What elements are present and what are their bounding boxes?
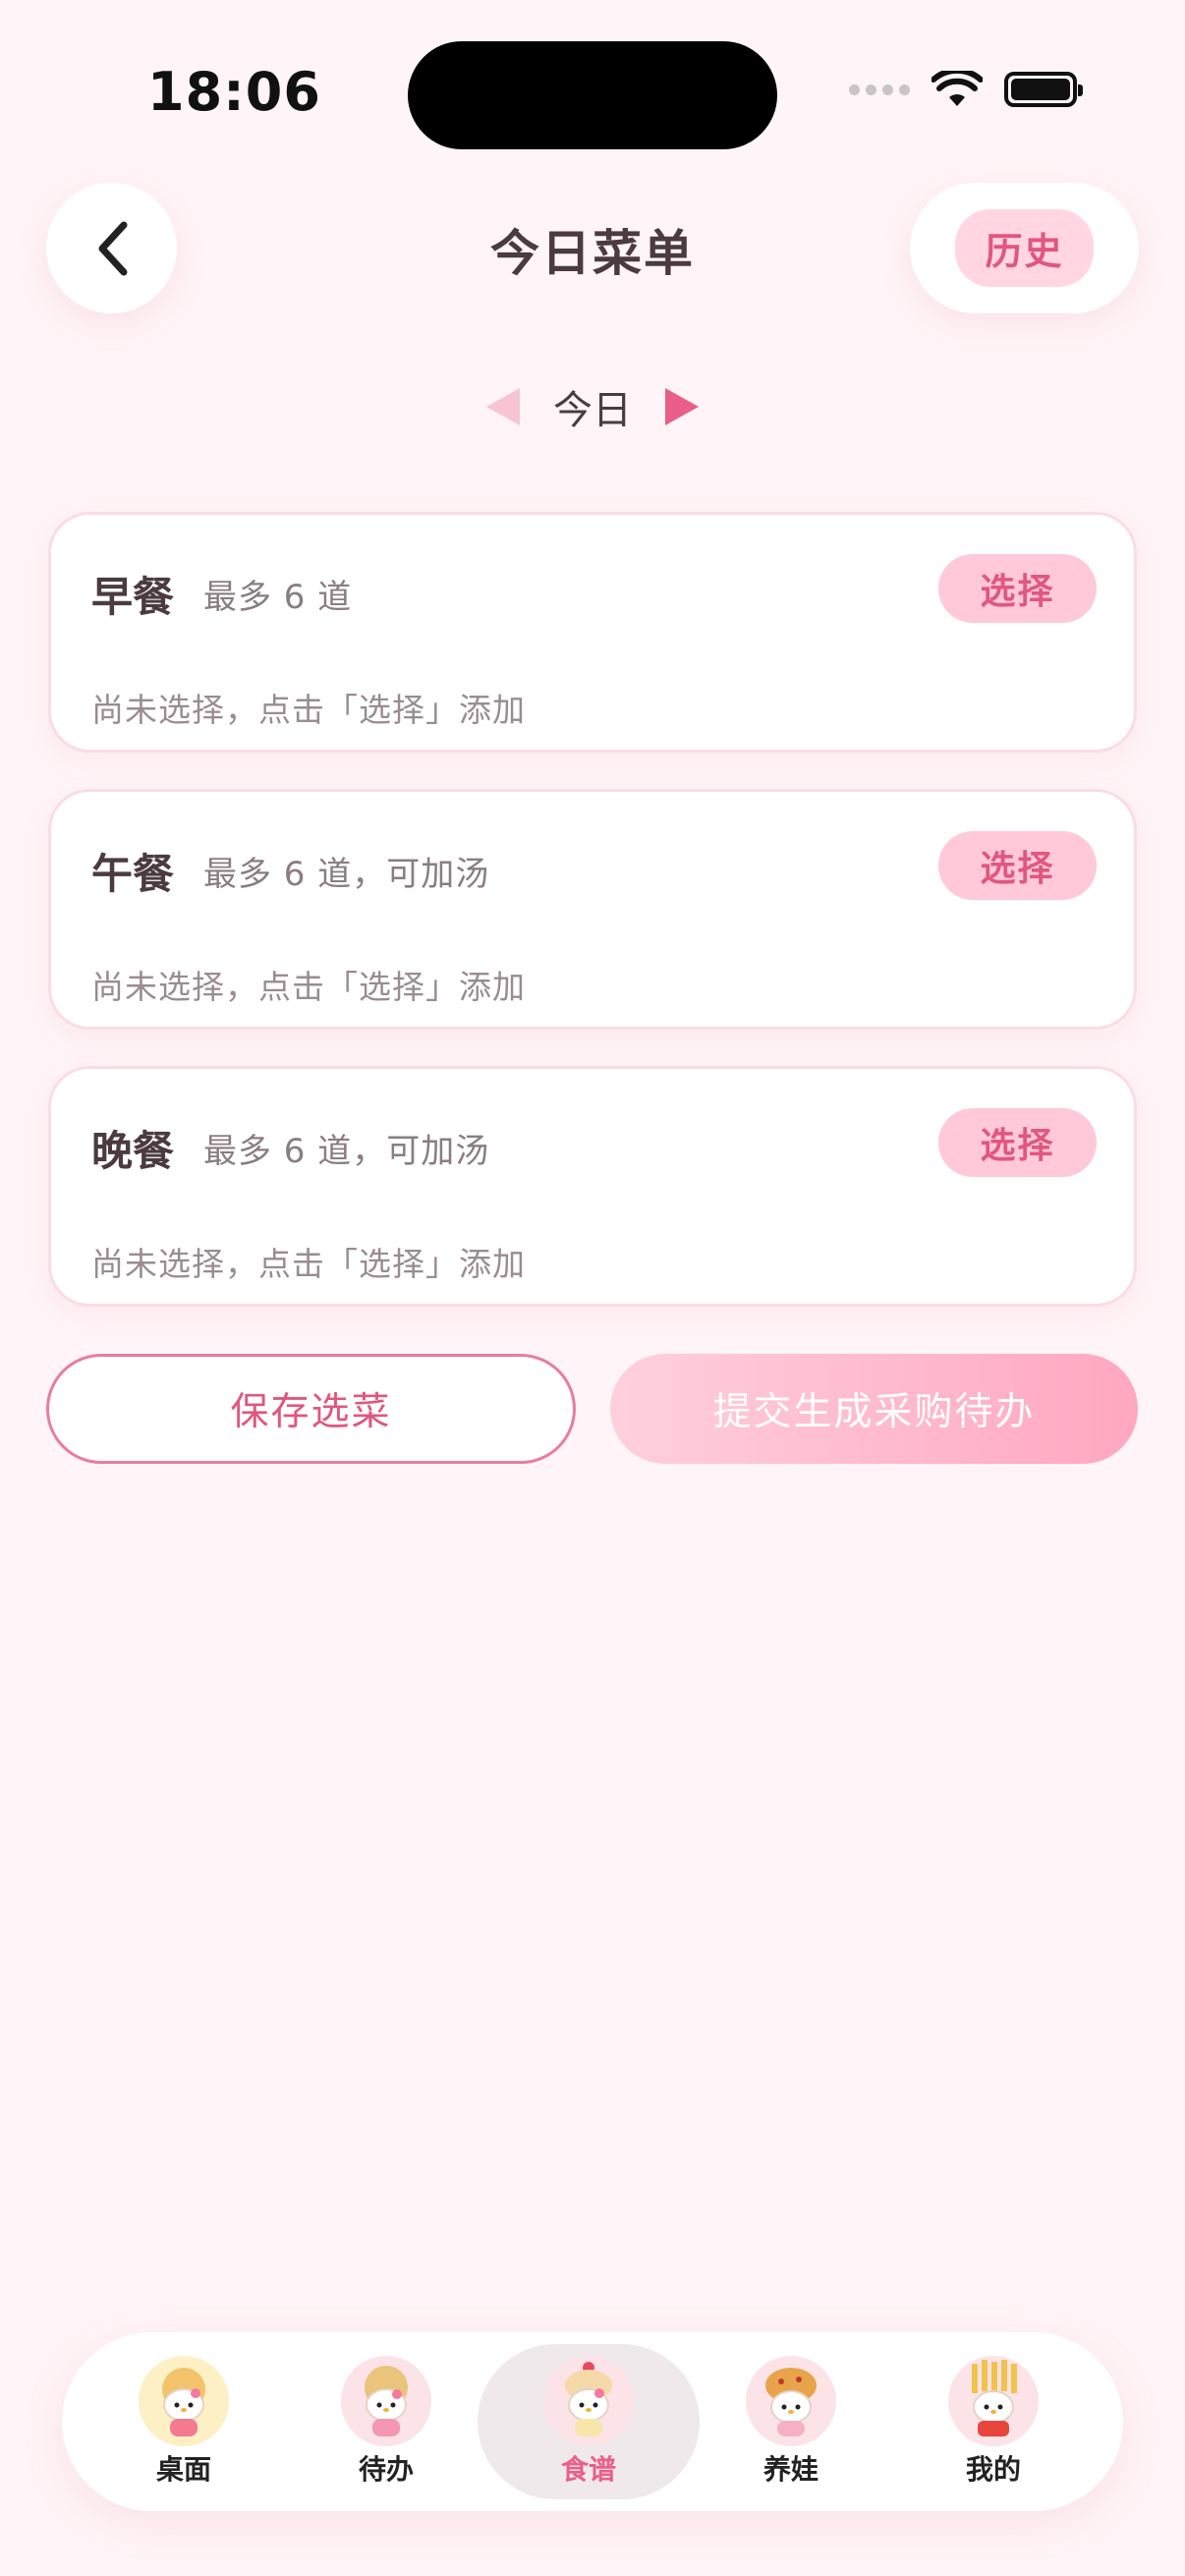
character-desktop-icon xyxy=(139,2356,229,2446)
history-button[interactable]: 历史 xyxy=(955,209,1094,287)
dynamic-island xyxy=(408,41,777,149)
tab-desktop[interactable]: 桌面 xyxy=(83,2332,285,2511)
character-recipe-icon xyxy=(543,2356,634,2446)
history-button-container[interactable]: 历史 xyxy=(910,183,1139,313)
meal-name: 早餐 xyxy=(91,573,175,621)
meal-empty-text: 尚未选择，点击「选择」添加 xyxy=(91,1245,526,1283)
tab-label: 我的 xyxy=(965,2453,1021,2486)
cellular-signal-icon xyxy=(849,84,910,95)
previous-day-arrow-icon[interactable] xyxy=(486,388,520,425)
meal-limit-hint: 最多 6 道，可加汤 xyxy=(203,1132,490,1171)
character-todo-icon xyxy=(341,2356,431,2446)
meal-card-dinner: 晚餐 最多 6 道，可加汤 选择 尚未选择，点击「选择」添加 xyxy=(48,1066,1137,1307)
select-dishes-button[interactable]: 选择 xyxy=(938,554,1097,623)
meal-name: 午餐 xyxy=(91,850,175,898)
meal-empty-text: 尚未选择，点击「选择」添加 xyxy=(91,691,526,729)
meal-card-lunch: 午餐 最多 6 道，可加汤 选择 尚未选择，点击「选择」添加 xyxy=(48,789,1137,1030)
date-label: 今日 xyxy=(553,388,632,433)
next-day-arrow-icon[interactable] xyxy=(665,388,699,425)
meal-empty-text: 尚未选择，点击「选择」添加 xyxy=(91,968,526,1006)
meal-limit-hint: 最多 6 道，可加汤 xyxy=(203,855,490,894)
select-dishes-button[interactable]: 选择 xyxy=(938,831,1097,900)
character-profile-icon xyxy=(948,2356,1039,2446)
status-time: 18:06 xyxy=(147,61,321,123)
meal-name: 晚餐 xyxy=(91,1127,175,1175)
bottom-tab-bar: 桌面 待办 食谱 养娃 我的 xyxy=(62,2332,1123,2511)
date-navigator: 今日 xyxy=(0,378,1185,435)
character-parenting-icon xyxy=(746,2356,836,2446)
tab-todo[interactable]: 待办 xyxy=(285,2332,487,2511)
tab-label: 桌面 xyxy=(155,2453,211,2486)
tab-recipe[interactable]: 食谱 xyxy=(478,2332,700,2511)
tab-label: 食谱 xyxy=(560,2453,616,2486)
tab-profile[interactable]: 我的 xyxy=(892,2332,1095,2511)
meal-card-breakfast: 早餐 最多 6 道 选择 尚未选择，点击「选择」添加 xyxy=(48,512,1137,753)
save-selection-button[interactable]: 保存选菜 xyxy=(46,1354,576,1464)
submit-generate-shopping-todo-button[interactable]: 提交生成采购待办 xyxy=(610,1354,1138,1464)
select-dishes-button[interactable]: 选择 xyxy=(938,1108,1097,1177)
tab-label: 养娃 xyxy=(762,2453,818,2486)
tab-label: 待办 xyxy=(358,2453,414,2486)
tab-parenting[interactable]: 养娃 xyxy=(690,2332,892,2511)
battery-icon xyxy=(1004,72,1083,107)
wifi-icon xyxy=(931,71,983,106)
status-icons xyxy=(849,71,1083,108)
meal-limit-hint: 最多 6 道 xyxy=(203,578,353,617)
